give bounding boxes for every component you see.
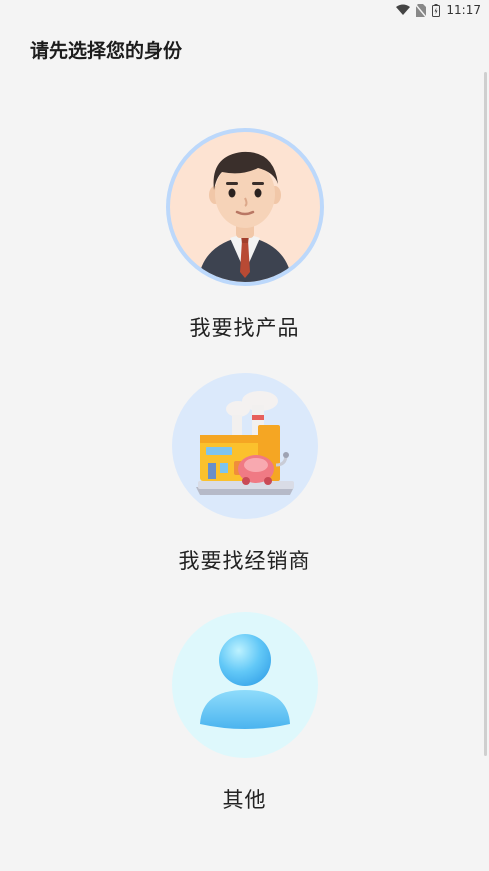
option-label-find-product: 我要找产品 [189,316,300,340]
battery-icon [432,3,441,17]
page-title: 请先选择您的身份 [30,40,183,62]
option-other[interactable]: 其他 [0,612,489,814]
option-find-dealer[interactable]: 我要找经销商 [0,373,489,575]
status-time: 11:17 [446,3,481,17]
option-find-product[interactable]: 我要找产品 [0,128,489,342]
status-bar: 11:17 [0,0,489,20]
product-avatar[interactable] [165,128,324,286]
wifi-icon [396,4,411,16]
no-sim-icon [416,3,427,17]
factory-building-icon [195,391,294,495]
option-label-other: 其他 [222,788,267,812]
other-avatar[interactable] [171,612,318,758]
businessman-avatar-icon [197,151,292,282]
generic-user-icon [199,634,290,729]
option-label-find-dealer: 我要找经销商 [178,549,311,573]
dealer-avatar[interactable] [171,373,318,519]
